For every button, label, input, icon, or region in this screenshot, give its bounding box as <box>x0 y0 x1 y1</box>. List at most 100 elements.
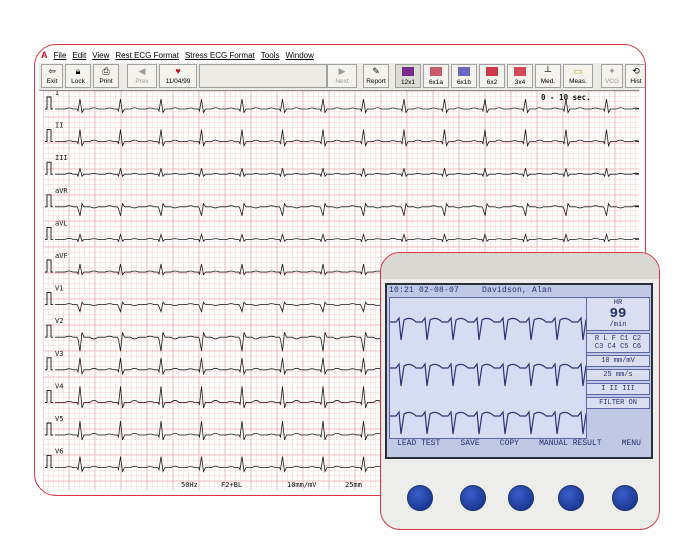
patient-name: Davidson, Alan <box>482 286 553 295</box>
device-screen: 10:21 02-08-07 Davidson, Alan HR 99 /min… <box>385 283 653 459</box>
device-bezel <box>381 253 659 279</box>
device-button-2[interactable] <box>460 485 486 511</box>
prev-button[interactable]: ◀ Prev <box>127 64 157 88</box>
median-label: Med. <box>540 78 556 85</box>
record-date: 11/04/99 <box>165 78 191 85</box>
ecg-trace-III <box>55 168 639 178</box>
footer-mode: F2+BL <box>221 481 242 489</box>
format-6x2-swatch <box>486 67 498 76</box>
electrode-status: R L F C1 C2 C3 C4 C5 C6 <box>586 333 650 353</box>
format-12x1-button[interactable]: 12x1 <box>395 64 421 88</box>
screen-time: 10:21 02-08-07 <box>389 286 460 295</box>
lead-label-V6: V6 <box>55 448 63 456</box>
softkey-labels: LEAD TEST SAVE COPY MANUAL RESULT MENU <box>387 439 651 448</box>
format-12x1-label: 12x1 <box>400 79 416 86</box>
vcg-button[interactable]: ✦ VCG <box>601 64 623 88</box>
measurements-label: Meas. <box>569 78 587 85</box>
history-label: Hist <box>630 78 642 85</box>
device-trace-2 <box>390 362 600 387</box>
history-button[interactable]: ⟲ Hist <box>625 64 645 88</box>
menu-stress-ecg-format[interactable]: Stress ECG Format <box>185 51 255 60</box>
format-3x4-label: 3x4 <box>514 79 526 86</box>
prev-label: Prev <box>135 78 149 85</box>
hr-value: 99 <box>609 306 627 322</box>
electrode-row-1: R L F C1 C2 <box>594 335 642 343</box>
format-6x2-label: 6x2 <box>486 79 498 86</box>
softkey-lead-test: LEAD TEST <box>397 439 441 448</box>
menu-bar: A File Edit View Rest ECG Format Stress … <box>41 49 314 61</box>
device-trace-panel <box>389 297 600 439</box>
median-button[interactable]: ┴ Med. <box>535 64 561 88</box>
format-6x1a-label: 6x1a <box>428 79 444 86</box>
measurements-button[interactable]: ▭ Meas. <box>563 64 593 88</box>
softkey-copy: COPY <box>499 439 519 448</box>
calibration-pulse <box>45 455 53 469</box>
device-trace-3 <box>390 410 600 435</box>
calibration-pulse <box>45 194 53 208</box>
softkey-menu: MENU <box>621 439 641 448</box>
calibration-pulse <box>45 96 53 110</box>
lead-label-V4: V4 <box>55 382 63 390</box>
speed-setting: 25 mm/s <box>586 369 650 381</box>
next-button[interactable]: ▶ Next <box>327 64 357 88</box>
calibration-pulse <box>45 357 53 371</box>
lead-label-V3: V3 <box>55 350 63 358</box>
menu-tools[interactable]: Tools <box>261 51 280 60</box>
history-icon: ⟲ <box>632 66 640 76</box>
filter-status: FILTER ON <box>586 397 650 409</box>
menu-file[interactable]: File <box>54 51 67 60</box>
menu-view[interactable]: View <box>92 51 109 60</box>
vcg-icon: ✦ <box>608 66 616 76</box>
exit-button[interactable]: ⇦ Exit <box>41 64 63 88</box>
device-button-1[interactable] <box>407 485 433 511</box>
footer-gain: 10mm/mV <box>287 481 317 489</box>
gain-setting: 10 mm/mV <box>586 355 650 367</box>
print-button[interactable]: ⎙ Print <box>93 64 119 88</box>
ecg-trace-aVL <box>55 232 639 243</box>
lead-label-V2: V2 <box>55 317 63 325</box>
device-button-5[interactable] <box>612 485 638 511</box>
device-button-4[interactable] <box>558 485 584 511</box>
app-logo-icon: A <box>41 50 48 60</box>
format-3x4-button[interactable]: 3x4 <box>507 64 533 88</box>
format-6x2-button[interactable]: 6x2 <box>479 64 505 88</box>
print-label: Print <box>99 78 113 85</box>
pen-icon: ✎ <box>372 66 380 76</box>
menu-edit[interactable]: Edit <box>72 51 86 60</box>
format-12x1-swatch <box>402 67 414 76</box>
softkey-save: SAVE <box>460 439 480 448</box>
lead-label-aVR: aVR <box>55 187 68 195</box>
arrow-right-icon: ▶ <box>338 66 346 76</box>
lead-set: I II III <box>586 383 650 395</box>
hr-unit: /min <box>609 321 627 329</box>
record-date-button[interactable]: ♥ 11/04/99 <box>159 64 197 88</box>
report-button[interactable]: ✎ Report <box>363 64 389 88</box>
format-3x4-swatch <box>514 67 526 76</box>
vcg-label: VCG <box>604 78 620 85</box>
printer-icon: ⎙ <box>102 66 110 76</box>
lead-label-V5: V5 <box>55 415 63 423</box>
format-6x1b-swatch <box>458 67 470 76</box>
lock-button[interactable]: 🔒︎ Lock <box>65 64 91 88</box>
format-6x1b-label: 6x1b <box>456 79 472 86</box>
lead-label-aVL: aVL <box>55 219 68 227</box>
lead-label-aVF: aVF <box>55 252 68 260</box>
median-beat-icon: ┴ <box>544 66 552 76</box>
screen-header: 10:21 02-08-07 Davidson, Alan <box>389 286 570 295</box>
format-6x1b-button[interactable]: 6x1b <box>451 64 477 88</box>
lead-label-V1: V1 <box>55 285 63 293</box>
softkey-manual-result: MANUAL RESULT <box>539 439 602 448</box>
lock-label: Lock <box>71 78 85 85</box>
lead-label-II: II <box>55 122 63 130</box>
menu-rest-ecg-format[interactable]: Rest ECG Format <box>115 51 179 60</box>
record-strip <box>199 64 327 88</box>
menu-window[interactable]: Window <box>285 51 313 60</box>
ruler-icon: ▭ <box>573 66 583 76</box>
device-trace-1 <box>390 316 600 341</box>
format-6x1a-button[interactable]: 6x1a <box>423 64 449 88</box>
calibration-pulse <box>45 389 53 403</box>
calibration-pulse <box>45 226 53 240</box>
lead-label-III: III <box>55 154 68 162</box>
footer-speed: 25mm <box>345 481 362 489</box>
device-button-3[interactable] <box>508 485 534 511</box>
